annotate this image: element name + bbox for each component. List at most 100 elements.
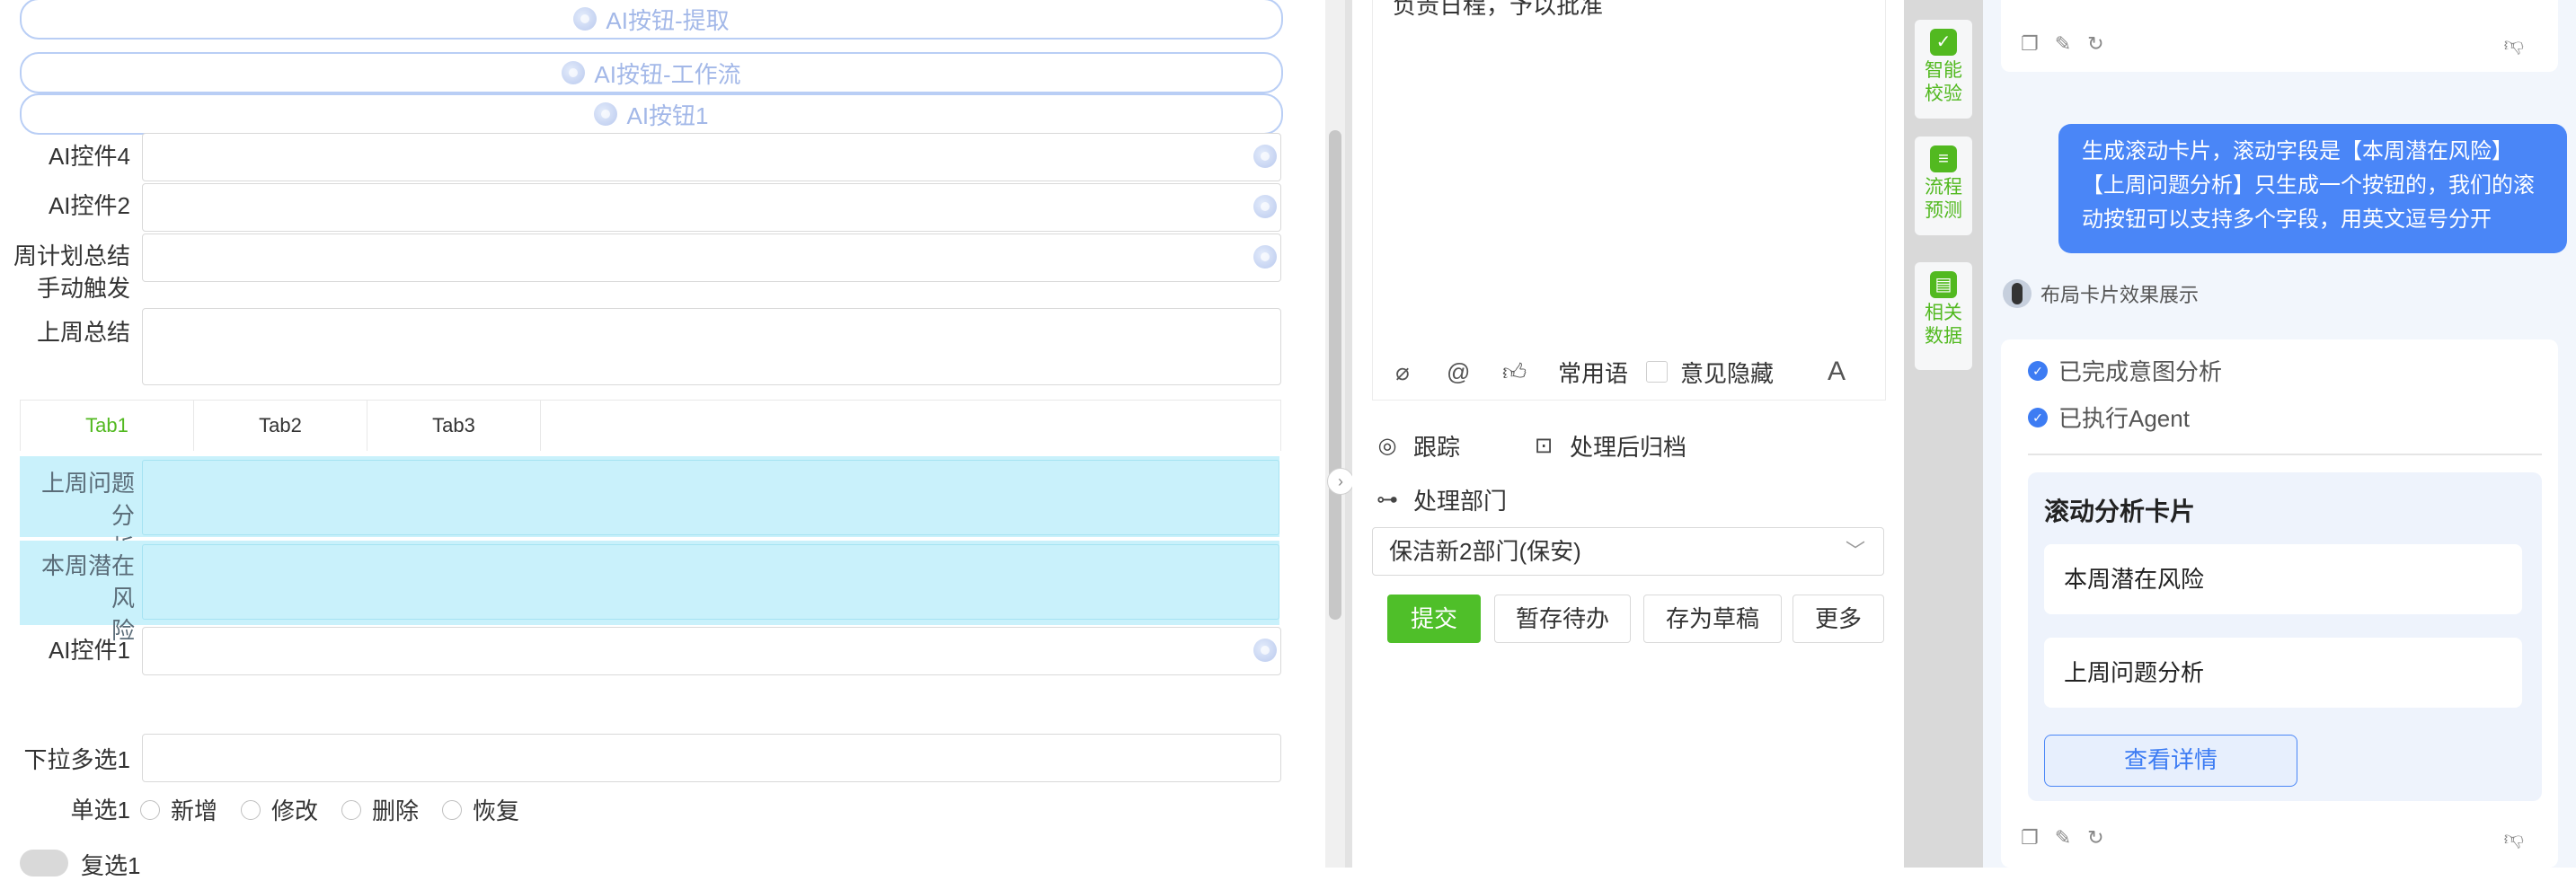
data-icon: ▤ <box>1930 271 1957 298</box>
submit-button[interactable]: 提交 <box>1387 595 1481 643</box>
font-style-icon[interactable]: A <box>1828 357 1846 387</box>
check-circle-icon: ✓ <box>2028 407 2048 427</box>
track-label: 跟踪 <box>1413 434 1461 461</box>
radio-circle[interactable] <box>341 799 362 820</box>
chevron-down-icon: ﹀ <box>1845 540 1865 562</box>
this-week-risks-input[interactable] <box>142 544 1279 620</box>
ai-sparkle-icon[interactable] <box>1253 195 1277 218</box>
user-message-bubble: 生成滚动卡片，滚动字段是【本周潜在风险】 【上周问题分析】只生成一个按钮的，我们… <box>2058 124 2567 253</box>
ai-ctrl4-input[interactable] <box>142 133 1281 181</box>
refresh-icon[interactable]: ↻ <box>2087 826 2103 850</box>
row-label: 本周潜在风 险 <box>20 550 135 647</box>
tool-label: 校验 <box>1925 84 1962 104</box>
opinion-toolbar: ⌀ @ 👍︎ 常用语 意见隐藏 A <box>1373 344 1885 400</box>
copy-icon[interactable]: ❐ <box>2021 32 2039 56</box>
radio-option-restore[interactable]: 恢复 <box>442 793 519 826</box>
radio-circle[interactable] <box>241 799 261 820</box>
checkbox-label: 复选1 <box>81 852 141 879</box>
form-scrollbar[interactable] <box>1325 0 1345 868</box>
save-todo-button[interactable]: 暂存待办 <box>1494 595 1631 643</box>
step-label: 已完成意图分析 <box>2058 358 2223 385</box>
ai-ctrl2-input[interactable] <box>142 183 1281 232</box>
tool-label: 数据 <box>1925 326 1962 347</box>
tab-2[interactable]: Tab2 <box>194 401 367 451</box>
highlight-row-last-week-issues: 上周问题分 析 <box>20 456 1279 561</box>
radio-circle[interactable] <box>140 799 160 820</box>
step-intent: ✓ 已完成意图分析 <box>2028 354 2222 387</box>
label-line: 本周潜在风 <box>40 552 135 612</box>
thumbs-down-icon[interactable]: 👎︎ <box>2504 32 2524 57</box>
tab-3[interactable]: Tab3 <box>367 401 541 451</box>
ai-button-label: AI按钮1 <box>626 101 709 129</box>
edit-icon[interactable]: ✎ <box>2055 32 2071 56</box>
last-week-summary-textarea[interactable] <box>142 308 1281 385</box>
dept-select[interactable]: 保洁新2部门(保安) ﹀ <box>1372 527 1884 576</box>
flow-predict-tool[interactable]: ≡ 流程 预测 <box>1915 137 1972 235</box>
ai-sparkle-icon[interactable] <box>1253 145 1277 168</box>
ai-ctrl1-input[interactable] <box>142 627 1281 675</box>
ai-button-workflow[interactable]: AI按钮-工作流 <box>20 52 1283 93</box>
card-title: 滚动分析卡片 <box>2044 498 2196 525</box>
field-label-ai-ctrl4: AI控件4 <box>48 143 130 170</box>
side-tool-bar: ✓ 智能 校验 ≡ 流程 预测 ▤ 相关 数据 <box>1904 0 1983 868</box>
common-phrases-button[interactable]: 常用语 <box>1558 356 1628 389</box>
track-option[interactable]: ◎ 跟踪 <box>1376 429 1461 463</box>
dropdown-multi-select[interactable] <box>142 734 1281 782</box>
hide-opinion-checkbox[interactable] <box>1646 361 1669 383</box>
collapse-chevron-icon[interactable]: › <box>1327 468 1354 495</box>
opinion-editor[interactable]: 负责日程，予以批准 ⌀ @ 👍︎ 常用语 意见隐藏 A <box>1372 0 1886 401</box>
ai-chat-panel: ❐ ✎ ↻ 👎︎ 生成滚动卡片，滚动字段是【本周潜在风险】 【上周问题分析】只生… <box>1983 0 2576 868</box>
radio-circle[interactable] <box>442 799 463 820</box>
edit-icon[interactable]: ✎ <box>2055 826 2071 850</box>
shield-check-icon: ✓ <box>1930 29 1957 56</box>
weekly-plan-input[interactable] <box>142 233 1281 282</box>
message-actions: ❐ ✎ ↻ <box>2021 826 2120 850</box>
radio-option-modify[interactable]: 修改 <box>241 793 318 826</box>
tab-1[interactable]: Tab1 <box>21 401 194 451</box>
view-details-button[interactable]: 查看详情 <box>2044 735 2297 787</box>
scrollbar-thumb[interactable] <box>1329 130 1341 620</box>
field-label-last-week-summary: 上周总结 <box>36 319 130 346</box>
ai-sparkle-icon[interactable] <box>1253 245 1277 269</box>
tool-label: 相关 <box>1925 303 1962 323</box>
ai-sparkle-icon[interactable] <box>1253 639 1277 662</box>
card-item[interactable]: 上周问题分析 <box>2044 638 2522 708</box>
bot-response-card: ✓ 已完成意图分析 ✓ 已执行Agent 滚动分析卡片 本周潜在风险 上周问题分… <box>2001 339 2558 868</box>
message-line: 【上周问题分析】只生成一个按钮的，我们的滚 <box>2082 173 2535 198</box>
radio-label: 删除 <box>372 797 420 824</box>
smart-check-tool[interactable]: ✓ 智能 校验 <box>1915 20 1972 119</box>
ai-button-label: AI按钮-提取 <box>606 6 730 34</box>
label-line: 手动触发 <box>36 275 130 302</box>
previous-bot-message: ❐ ✎ ↻ 👎︎ <box>2001 0 2558 72</box>
ai-sparkle-icon <box>562 61 586 84</box>
mention-icon[interactable]: @ <box>1447 360 1470 383</box>
tool-label: 流程 <box>1925 177 1962 198</box>
refresh-icon[interactable]: ↻ <box>2087 32 2103 56</box>
related-data-tool[interactable]: ▤ 相关 数据 <box>1915 262 1972 370</box>
archive-option[interactable]: ⊡ 处理后归档 <box>1532 429 1686 463</box>
card-item[interactable]: 本周潜在风险 <box>2044 544 2522 614</box>
save-draft-button[interactable]: 存为草稿 <box>1643 595 1782 643</box>
radio-group: 新增 修改 删除 恢复 <box>140 793 543 826</box>
field-label-ai-ctrl1: AI控件1 <box>48 637 130 664</box>
panel-divider <box>1345 0 1352 868</box>
checkbox-toggle[interactable] <box>20 850 68 877</box>
dept-label: 处理部门 <box>1413 488 1508 515</box>
last-week-issues-input[interactable] <box>142 460 1279 535</box>
more-button[interactable]: 更多 <box>1793 595 1884 643</box>
radio-option-delete[interactable]: 删除 <box>341 793 419 826</box>
form-panel: AI按钮-提取 AI按钮-工作流 AI按钮1 AI控件4 AI控件2 周计划总结… <box>0 0 1325 879</box>
track-icon: ◎ <box>1377 433 1397 458</box>
step-agent: ✓ 已执行Agent <box>2028 401 2190 434</box>
ai-button-1[interactable]: AI按钮1 <box>20 93 1283 135</box>
ai-sparkle-icon <box>594 102 618 126</box>
thumbs-down-icon[interactable]: 👎︎ <box>2504 826 2524 850</box>
ai-button-extract[interactable]: AI按钮-提取 <box>20 0 1283 40</box>
attachment-icon[interactable]: ⌀ <box>1391 360 1414 383</box>
radio-option-add[interactable]: 新增 <box>140 793 217 826</box>
label-line: 周计划总结 <box>13 242 130 269</box>
copy-icon[interactable]: ❐ <box>2021 826 2039 850</box>
message-actions: ❐ ✎ ↻ <box>2021 32 2120 56</box>
bot-header: 布局卡片效果展示 <box>2003 279 2199 308</box>
thumbs-up-icon[interactable]: 👍︎ <box>1502 360 1527 383</box>
